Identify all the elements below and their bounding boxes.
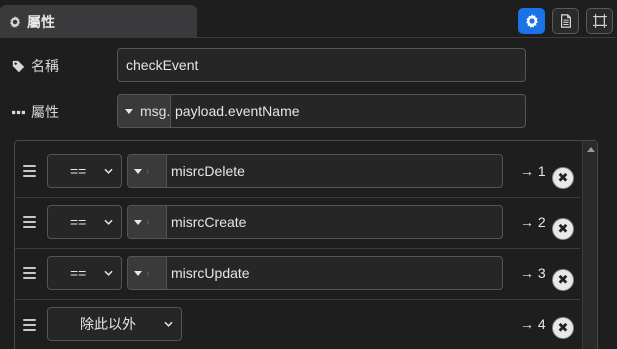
output-label: → 3 <box>520 265 546 281</box>
tab-label: 屬性 <box>27 13 55 30</box>
chevron-down-icon <box>104 219 113 225</box>
document-icon <box>560 14 571 28</box>
rule-row: == › misrcCreate → 2 ✖ <box>15 198 580 249</box>
header-bar: 屬性 <box>0 0 617 38</box>
operator-value: == <box>70 163 87 179</box>
delete-rule-button[interactable]: ✖ <box>552 167 574 189</box>
rule-row: 除此以外 → 4 ✖ <box>15 300 580 349</box>
rule-value[interactable]: misrcCreate <box>167 214 246 230</box>
property-field[interactable]: msg. payload.eventName <box>117 94 526 128</box>
rule-value[interactable]: misrcUpdate <box>167 265 250 281</box>
caret-down-icon <box>134 168 142 174</box>
rules-list: == › misrcDelete → 1 ✖ == › misrcCreate <box>14 140 598 349</box>
caret-down-icon <box>134 270 142 276</box>
operator-value: == <box>70 214 87 230</box>
value-type-selector[interactable]: › <box>128 257 167 289</box>
drag-handle-icon[interactable] <box>23 216 36 228</box>
delete-rule-button[interactable]: ✖ <box>552 269 574 291</box>
close-icon: ✖ <box>557 272 569 287</box>
gear-icon <box>9 15 21 28</box>
property-value[interactable]: payload.eventName <box>171 103 300 119</box>
property-label: 屬性 <box>31 104 59 120</box>
close-icon: ✖ <box>557 170 569 185</box>
type-indicator: › <box>146 165 150 177</box>
operator-value: 除此以外 <box>80 317 136 333</box>
operator-value: == <box>70 265 87 281</box>
close-icon: ✖ <box>557 320 569 335</box>
property-type-selector[interactable]: msg. <box>118 95 171 127</box>
ellipsis-icon <box>12 110 25 114</box>
scroll-up-icon[interactable] <box>587 147 595 152</box>
operator-select[interactable]: == <box>47 154 122 188</box>
type-indicator: › <box>146 267 150 279</box>
chevron-down-icon <box>164 321 173 327</box>
drag-handle-icon[interactable] <box>23 319 36 331</box>
caret-down-icon <box>125 108 133 114</box>
type-indicator: › <box>146 216 150 228</box>
gear-icon <box>525 14 538 28</box>
rule-row: == › misrcUpdate → 3 ✖ <box>15 249 580 300</box>
tag-icon <box>12 60 25 72</box>
rule-row: == › misrcDelete → 1 ✖ <box>15 147 580 198</box>
output-label: → 1 <box>520 163 546 179</box>
chevron-down-icon <box>104 168 113 174</box>
rule-value-field[interactable]: › misrcUpdate <box>127 256 503 290</box>
chevron-down-icon <box>104 270 113 276</box>
drag-handle-icon[interactable] <box>23 267 36 279</box>
settings-button[interactable] <box>518 8 545 34</box>
property-label-group: 屬性 <box>12 102 59 122</box>
operator-select[interactable]: == <box>47 256 122 290</box>
property-type-label: msg. <box>140 103 171 119</box>
output-label: → 4 <box>520 316 546 332</box>
name-label: 名稱 <box>31 58 59 74</box>
close-icon: ✖ <box>557 221 569 236</box>
frame-icon <box>592 14 607 28</box>
caret-down-icon <box>134 219 142 225</box>
tab-properties[interactable]: 屬性 <box>0 5 197 38</box>
value-type-selector[interactable]: › <box>128 155 167 187</box>
output-label: → 2 <box>520 214 546 230</box>
appearance-button[interactable] <box>586 8 613 34</box>
operator-select[interactable]: == <box>47 205 122 239</box>
description-button[interactable] <box>552 8 579 34</box>
scrollbar[interactable] <box>582 141 597 349</box>
name-input[interactable]: checkEvent <box>117 48 526 82</box>
value-type-selector[interactable]: › <box>128 206 167 238</box>
rule-value[interactable]: misrcDelete <box>167 163 245 179</box>
drag-handle-icon[interactable] <box>23 165 36 177</box>
name-label-group: 名稱 <box>12 56 59 76</box>
delete-rule-button[interactable]: ✖ <box>552 218 574 240</box>
operator-select[interactable]: 除此以外 <box>47 307 182 341</box>
rule-value-field[interactable]: › misrcCreate <box>127 205 503 239</box>
delete-rule-button[interactable]: ✖ <box>552 317 574 339</box>
rule-value-field[interactable]: › misrcDelete <box>127 154 503 188</box>
